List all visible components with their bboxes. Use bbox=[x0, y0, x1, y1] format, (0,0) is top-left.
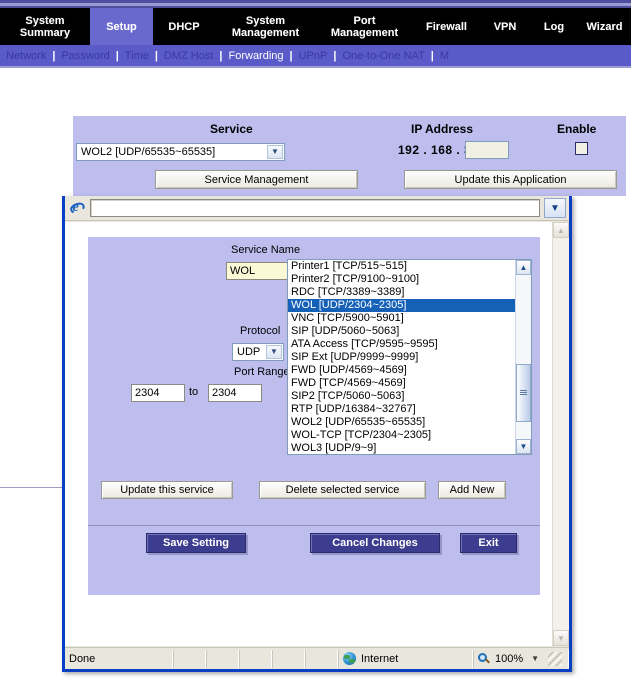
scroll-down-icon[interactable]: ▼ bbox=[553, 630, 569, 646]
scroll-up-icon[interactable]: ▲ bbox=[516, 260, 531, 275]
nav-tab-port-management[interactable]: Port Management bbox=[316, 8, 413, 45]
service-management-button[interactable]: Service Management bbox=[155, 170, 358, 189]
screen: System Summary Setup DHCP System Management… bbox=[0, 0, 631, 698]
service-select[interactable]: WOL2 [UDP/65535~65535] ▼ bbox=[76, 143, 285, 161]
ie-content-scrollbar[interactable]: ▲ ▼ bbox=[552, 222, 569, 646]
service-list-item[interactable]: RTP [UDP/16384~32767] bbox=[288, 403, 515, 416]
chevron-down-icon: ▼ bbox=[267, 145, 283, 159]
service-list-item[interactable]: FWD [TCP/4569~4569] bbox=[288, 377, 515, 390]
subnav-item-password[interactable]: Password bbox=[55, 50, 115, 62]
port-start-input[interactable]: 2304 bbox=[131, 384, 185, 402]
nav-tab-wizard[interactable]: Wizard bbox=[578, 8, 631, 45]
status-text: Done bbox=[65, 649, 173, 668]
subnav-item-upnp[interactable]: UPnP bbox=[293, 50, 334, 62]
status-cell-5 bbox=[305, 649, 338, 668]
service-list-item[interactable]: Printer1 [TCP/515~515] bbox=[288, 260, 515, 273]
subnav-item-forwarding[interactable]: Forwarding bbox=[223, 50, 290, 62]
subnav-item-time[interactable]: Time bbox=[119, 50, 155, 62]
page-icon: e bbox=[69, 199, 87, 217]
sub-navigation: Network | Password | Time | DMZ Host | Forwardin… bbox=[0, 45, 631, 66]
delete-selected-service-button[interactable]: Delete selected service bbox=[259, 481, 426, 499]
service-list-item[interactable]: WOL3 [UDP/9~9] bbox=[288, 442, 515, 454]
protocol-label: Protocol bbox=[240, 325, 281, 337]
service-management-panel: Service Name WOL Protocol UDP ▼ Port Ran… bbox=[88, 237, 540, 595]
service-list-item[interactable]: WOL2 [UDP/65535~65535] bbox=[288, 416, 515, 429]
nav-tab-dhcp[interactable]: DHCP bbox=[153, 8, 215, 45]
nav-tab-system-management[interactable]: System Management bbox=[215, 8, 316, 45]
status-cell-3 bbox=[239, 649, 272, 668]
service-listbox[interactable]: Printer1 [TCP/515~515] Printer2 [TCP/9100… bbox=[287, 259, 532, 455]
address-input[interactable] bbox=[90, 199, 540, 217]
service-list-items: Printer1 [TCP/515~515] Printer2 [TCP/9100… bbox=[288, 260, 515, 454]
service-list-item[interactable]: SIP [UDP/5060~5063] bbox=[288, 325, 515, 338]
service-list-item[interactable]: RDC [TCP/3389~3389] bbox=[288, 286, 515, 299]
enable-checkbox[interactable] bbox=[575, 142, 588, 155]
add-new-button[interactable]: Add New bbox=[438, 481, 506, 499]
security-zone-label: Internet bbox=[361, 652, 399, 665]
chevron-down-icon: ▼ bbox=[266, 345, 282, 359]
subnav-item-network[interactable]: Network bbox=[0, 50, 52, 62]
port-range-label: Port Range bbox=[234, 366, 290, 378]
service-list-item[interactable]: FWD [UDP/4569~4569] bbox=[288, 364, 515, 377]
nav-tab-system-summary[interactable]: System Summary bbox=[0, 8, 90, 45]
port-end-input[interactable]: 2304 bbox=[208, 384, 262, 402]
ie-address-bar: e ▼ bbox=[65, 196, 569, 221]
service-list-item[interactable]: ATA Access [TCP/9595~9595] bbox=[288, 338, 515, 351]
exit-button[interactable]: Exit bbox=[460, 533, 517, 553]
nav-tab-setup[interactable]: Setup bbox=[90, 8, 153, 45]
listbox-scrollbar[interactable]: ▲ ▼ bbox=[515, 260, 531, 454]
service-select-value: WOL2 [UDP/65535~65535] bbox=[81, 146, 216, 158]
ip-host-input[interactable] bbox=[465, 141, 509, 159]
scroll-up-icon[interactable]: ▲ bbox=[553, 222, 569, 238]
resize-grip[interactable] bbox=[548, 651, 562, 666]
globe-icon bbox=[343, 652, 356, 665]
status-cell-2 bbox=[206, 649, 239, 668]
chevron-down-icon[interactable]: ▼ bbox=[531, 654, 539, 663]
cancel-changes-button[interactable]: Cancel Changes bbox=[310, 533, 440, 553]
nav-tab-log[interactable]: Log bbox=[530, 8, 578, 45]
protocol-select-value: UDP bbox=[237, 346, 261, 358]
service-list-item[interactable]: WOL-TCP [TCP/2304~2305] bbox=[288, 429, 515, 442]
main-navigation: System Summary Setup DHCP System Management… bbox=[0, 8, 631, 45]
zoom-level-label: 100% bbox=[495, 652, 524, 665]
subnav-item-one-to-one-nat[interactable]: One-to-One NAT bbox=[336, 50, 430, 62]
update-application-button[interactable]: Update this Application bbox=[404, 170, 617, 189]
column-header-service: Service bbox=[210, 122, 253, 136]
save-setting-button[interactable]: Save Setting bbox=[146, 533, 246, 553]
dialog-divider-rule bbox=[88, 525, 540, 526]
ie-status-bar: Done Internet 100% ▼ bbox=[65, 647, 569, 669]
column-header-enable: Enable bbox=[557, 122, 597, 136]
service-list-item[interactable]: SIP2 [TCP/5060~5063] bbox=[288, 390, 515, 403]
ie-window: e ▼ Service Name WOL Protocol UDP ▼ Port… bbox=[62, 196, 572, 672]
subnav-item-dmz-host[interactable]: DMZ Host bbox=[158, 50, 220, 62]
magnifier-icon bbox=[478, 652, 490, 665]
service-list-item[interactable]: Printer2 [TCP/9100~9100] bbox=[288, 273, 515, 286]
update-this-service-button[interactable]: Update this service bbox=[101, 481, 233, 499]
status-cell-4 bbox=[272, 649, 305, 668]
nav-tab-vpn[interactable]: VPN bbox=[480, 8, 530, 45]
security-zone[interactable]: Internet bbox=[338, 649, 473, 668]
header-top-strip bbox=[0, 0, 631, 8]
service-list-item[interactable]: SIP Ext [UDP/9999~9999] bbox=[288, 351, 515, 364]
scrollbar-thumb[interactable] bbox=[516, 364, 531, 422]
service-name-label: Service Name bbox=[231, 244, 301, 256]
port-range-to-label: to bbox=[189, 386, 199, 398]
forwarding-form-panel: Service IP Address Enable WOL2 [UDP/6553… bbox=[73, 116, 626, 196]
zoom-level[interactable]: 100% ▼ bbox=[473, 649, 569, 668]
scroll-down-icon[interactable]: ▼ bbox=[516, 439, 531, 454]
nav-tab-firewall[interactable]: Firewall bbox=[413, 8, 480, 45]
header-bottom-strip bbox=[0, 66, 631, 68]
ie-page-content: Service Name WOL Protocol UDP ▼ Port Ran… bbox=[65, 222, 569, 646]
address-dropdown-icon[interactable]: ▼ bbox=[544, 198, 566, 218]
service-list-item[interactable]: WOL [UDP/2304~2305] bbox=[288, 299, 515, 312]
column-header-ip-address: IP Address bbox=[411, 122, 474, 136]
service-list-item[interactable]: VNC [TCP/5900~5901] bbox=[288, 312, 515, 325]
protocol-select[interactable]: UDP ▼ bbox=[232, 343, 284, 361]
subnav-item-m[interactable]: M bbox=[434, 50, 455, 62]
status-cell-1 bbox=[173, 649, 206, 668]
